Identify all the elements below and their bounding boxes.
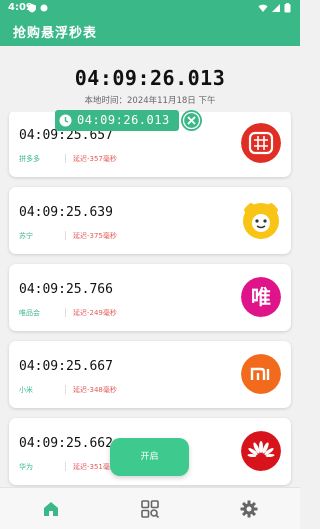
notification-shield-icon xyxy=(28,4,36,13)
platform-list[interactable]: 04:09:25.657 拼多多 延迟-357毫秒 04:09:25.639 苏… xyxy=(0,112,300,487)
divider xyxy=(65,154,66,163)
platform-time: 04:09:25.667 xyxy=(19,359,113,374)
clock-header: 04:09:26.013 本地时间：2024年11月18日 下午 xyxy=(0,46,300,108)
server-clock-time: 04:09:26.013 xyxy=(74,66,226,90)
start-button[interactable]: 开启 xyxy=(110,438,189,476)
platform-card-suning[interactable]: 04:09:25.639 苏宁 延迟-375毫秒 xyxy=(9,187,291,254)
app-title: 抢购悬浮秒表 xyxy=(13,26,98,41)
divider xyxy=(65,231,66,240)
nav-settings[interactable] xyxy=(239,499,259,519)
platform-name: 华为 xyxy=(19,463,33,471)
settings-gear-icon xyxy=(240,500,258,518)
bottom-nav xyxy=(0,487,300,529)
nav-home[interactable] xyxy=(41,499,61,519)
wifi-icon xyxy=(258,4,268,12)
floating-timer-time: 04:09:26.013 xyxy=(77,113,170,127)
svg-text:唯: 唯 xyxy=(251,285,271,309)
platform-delay: 延迟-375毫秒 xyxy=(73,232,117,240)
home-icon xyxy=(44,502,58,516)
xiaomi-logo-icon xyxy=(241,354,281,394)
vipshop-logo-icon: 唯 xyxy=(241,277,281,317)
notification-dot-icon xyxy=(40,4,48,12)
local-time-label: 本地时间：2024年11月18日 下午 xyxy=(84,96,216,106)
platform-time: 04:09:25.766 xyxy=(19,282,113,297)
floating-timer-close-button[interactable] xyxy=(181,110,202,131)
platform-delay: 延迟-348毫秒 xyxy=(73,386,117,394)
huawei-logo-icon xyxy=(241,431,281,471)
pinduoduo-logo-icon xyxy=(241,123,281,163)
clock-icon xyxy=(59,114,72,127)
platform-name: 唯品会 xyxy=(19,309,40,317)
divider xyxy=(65,462,66,471)
platform-time: 04:09:25.662 xyxy=(19,436,113,451)
app-bar: 抢购悬浮秒表 xyxy=(0,16,300,46)
platform-name: 小米 xyxy=(19,386,33,394)
platform-name: 苏宁 xyxy=(19,232,33,240)
cell-signal-icon xyxy=(272,4,280,12)
floating-timer[interactable]: 04:09:26.013 xyxy=(55,110,179,131)
apps-search-icon xyxy=(141,500,160,519)
platform-delay: 延迟-357毫秒 xyxy=(73,155,117,163)
divider xyxy=(65,308,66,317)
status-bar: 4:09 xyxy=(0,0,300,16)
platform-card-vipshop[interactable]: 04:09:25.766 唯品会 延迟-249毫秒 唯 xyxy=(9,264,291,331)
close-icon xyxy=(182,111,201,130)
platform-delay: 延迟-249毫秒 xyxy=(73,309,117,317)
nav-apps[interactable] xyxy=(140,499,160,519)
platform-name: 拼多多 xyxy=(19,155,40,163)
battery-icon xyxy=(284,3,291,13)
suning-logo-icon xyxy=(243,203,279,239)
divider xyxy=(65,385,66,394)
platform-card-xiaomi[interactable]: 04:09:25.667 小米 延迟-348毫秒 xyxy=(9,341,291,408)
platform-time: 04:09:25.639 xyxy=(19,205,113,220)
